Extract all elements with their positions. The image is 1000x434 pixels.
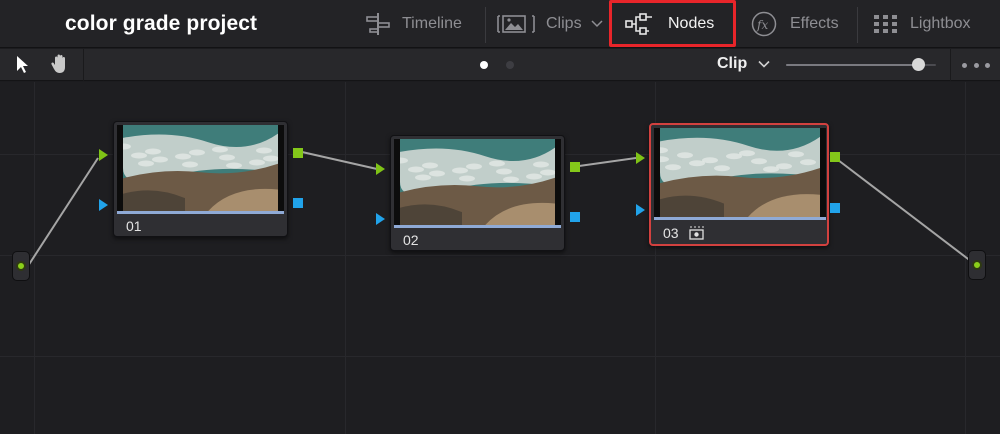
node-01-key-output[interactable]: [293, 198, 303, 208]
chevron-down-icon[interactable]: [757, 57, 771, 71]
final-output-node[interactable]: [968, 250, 986, 280]
tab-effects-label: Effects: [790, 15, 839, 32]
tab-lightbox[interactable]: Lightbox: [872, 0, 971, 48]
node-03-key-output[interactable]: [830, 203, 840, 213]
node-graph-canvas[interactable]: 01 02 03: [0, 82, 1000, 434]
more-options-icon[interactable]: [962, 57, 990, 73]
page-dot-active[interactable]: [480, 61, 488, 69]
node-03-rgb-input[interactable]: [636, 152, 645, 164]
node-03-bar: [654, 217, 826, 220]
node-02-rgb-output[interactable]: [570, 162, 580, 172]
node-01-bar: [117, 211, 284, 214]
zoom-slider-thumb[interactable]: [912, 58, 925, 71]
node-01-rgb-output[interactable]: [293, 148, 303, 158]
node-01-rgb-input[interactable]: [99, 149, 108, 161]
page-dot-inactive[interactable]: [506, 61, 514, 69]
node-03-thumbnail: [654, 128, 826, 217]
lightbox-icon: [874, 15, 897, 33]
pointer-tool-icon[interactable]: [10, 52, 34, 76]
active-tab-highlight: [609, 0, 736, 47]
node-02-rgb-input[interactable]: [376, 163, 385, 175]
node-01[interactable]: 01: [113, 121, 288, 237]
project-title: color grade project: [65, 12, 258, 35]
zoom-slider-fill: [786, 64, 918, 66]
node-02[interactable]: 02: [390, 135, 565, 251]
node-01-key-input[interactable]: [99, 199, 108, 211]
tab-clips-label: Clips: [546, 15, 582, 32]
node-02-key-output[interactable]: [570, 212, 580, 222]
mode-selector-label[interactable]: Clip: [717, 55, 747, 73]
node-01-label: 01: [126, 218, 142, 234]
tab-clips[interactable]: Clips: [496, 0, 606, 48]
top-bar: color grade project Timeline Clips Nodes…: [0, 0, 1000, 48]
node-03-key-input[interactable]: [636, 204, 645, 216]
node-02-label: 02: [403, 232, 419, 248]
node-02-thumbnail: [394, 139, 561, 225]
node-01-thumbnail: [117, 125, 284, 211]
source-input-node[interactable]: [12, 251, 30, 281]
node-02-key-input[interactable]: [376, 213, 385, 225]
node-03-label: 03: [663, 225, 679, 241]
node-toolbar: Clip: [0, 49, 1000, 81]
effect-badge-icon: [689, 226, 704, 240]
node-03[interactable]: 03: [649, 123, 829, 246]
hand-tool-icon[interactable]: [48, 52, 72, 76]
clips-icon: [497, 15, 535, 33]
tab-timeline-label: Timeline: [402, 15, 462, 32]
fx-icon: fx: [751, 11, 777, 37]
node-03-rgb-output[interactable]: [830, 152, 840, 162]
tab-lightbox-label: Lightbox: [910, 15, 971, 32]
chevron-down-icon: [591, 20, 603, 28]
node-02-bar: [394, 225, 561, 228]
svg-text:fx: fx: [756, 18, 768, 32]
timeline-icon: [366, 13, 390, 35]
tab-timeline[interactable]: Timeline: [364, 0, 462, 48]
tab-effects[interactable]: fx Effects: [751, 0, 839, 48]
